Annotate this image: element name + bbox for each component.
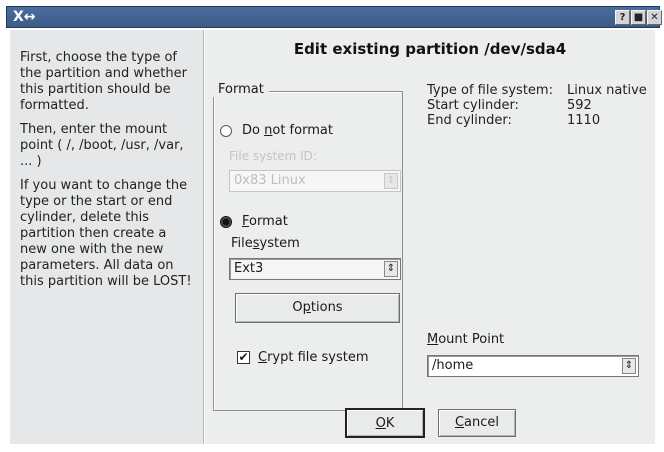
help-pane: First, choose the type of the partition … — [10, 30, 204, 444]
updown-arrow-icon: ⇕ — [384, 261, 398, 277]
dialog-body: Edit existing partition /dev/sda4 Format… — [205, 30, 655, 444]
info-row: Type of file system: Linux native — [427, 83, 647, 98]
cancel-button[interactable]: Cancel — [438, 409, 516, 437]
maximize-button[interactable]: ■ — [631, 10, 646, 25]
dialog-title: Edit existing partition /dev/sda4 — [293, 40, 567, 58]
help-text-1: First, choose the type of the partition … — [20, 50, 187, 113]
help-button[interactable]: ? — [615, 10, 630, 25]
format-option[interactable]: Format — [220, 214, 288, 229]
help-text-3: If you want to change the type or the st… — [20, 178, 192, 289]
mount-point-input[interactable]: /home ⇕ — [427, 355, 639, 377]
options-button[interactable]: Options — [235, 293, 400, 323]
crypt-file-system-option[interactable]: ✔ Crypt file system — [237, 350, 369, 365]
do-not-format-label: Do not format — [242, 123, 333, 138]
info-row: Start cylinder: 592 — [427, 98, 592, 113]
format-radio[interactable] — [220, 215, 232, 228]
updown-arrow-icon: ⇕ — [622, 358, 636, 374]
app-icon: X↔ — [13, 9, 36, 25]
format-group-legend: Format — [213, 82, 269, 97]
updown-arrow-icon: ⇕ — [384, 173, 398, 189]
partition-info: Type of file system: Linux native Start c… — [427, 83, 647, 128]
title-bar: X↔ ? ■ ✕ — [6, 6, 662, 28]
do-not-format-radio[interactable] — [220, 124, 232, 137]
mount-point-label: Mount Point — [427, 332, 505, 347]
filesystem-select[interactable]: Ext3 ⇕ — [229, 258, 401, 280]
help-text-2: Then, enter the mount point ( /, /boot, … — [20, 122, 184, 169]
close-button[interactable]: ✕ — [647, 10, 662, 25]
file-system-id-select: 0x83 Linux ⇕ — [229, 170, 401, 192]
format-label: Format — [242, 214, 288, 229]
crypt-checkbox[interactable]: ✔ — [237, 351, 250, 364]
ok-button[interactable]: OK — [345, 408, 425, 438]
do-not-format-option[interactable]: Do not format — [220, 123, 333, 138]
filesystem-label: Filesystem — [231, 236, 300, 251]
file-system-id-label: File system ID: — [229, 149, 317, 163]
crypt-label: Crypt file system — [258, 350, 369, 365]
info-row: End cylinder: 1110 — [427, 113, 601, 128]
